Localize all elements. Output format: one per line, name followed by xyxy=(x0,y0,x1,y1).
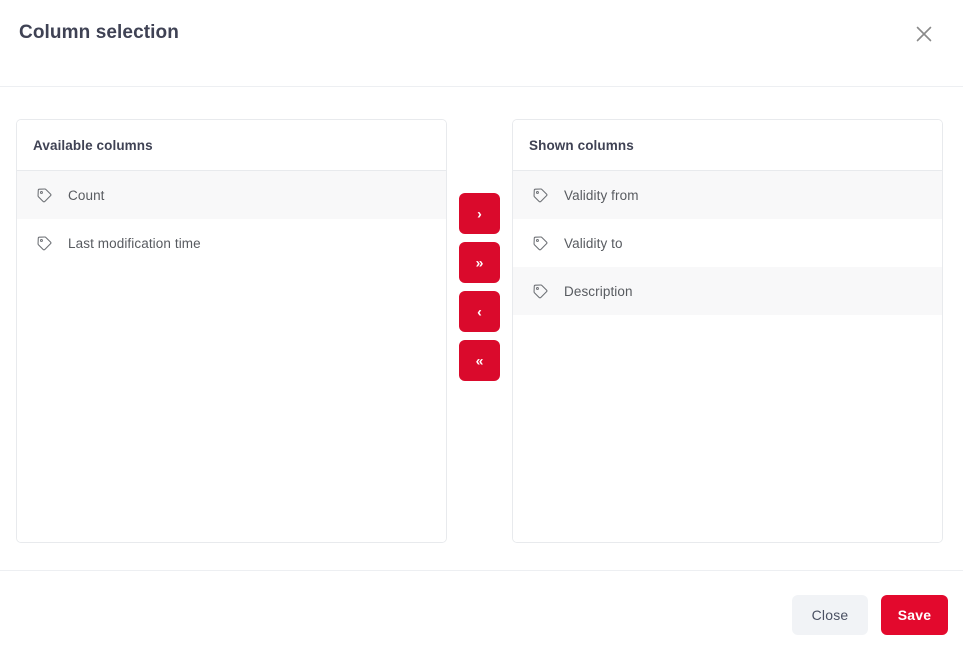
list-item-label: Description xyxy=(564,283,633,299)
available-columns-header: Available columns xyxy=(17,120,446,171)
tag-icon xyxy=(532,283,549,300)
available-columns-panel: Available columns Count Last modificatio… xyxy=(16,119,447,543)
move-all-right-button[interactable]: » xyxy=(459,242,500,283)
close-button-footer[interactable]: Close xyxy=(792,594,868,635)
list-item[interactable]: Last modification time xyxy=(17,219,446,267)
dialog-header: Column selection xyxy=(0,0,963,87)
save-button[interactable]: Save xyxy=(881,594,948,635)
list-item-label: Count xyxy=(68,187,105,203)
dialog-body: Available columns Count Last modificatio… xyxy=(0,87,963,570)
close-icon xyxy=(915,25,933,43)
transfer-button-group: › » ‹ « xyxy=(447,119,512,381)
tag-icon xyxy=(532,235,549,252)
shown-columns-header: Shown columns xyxy=(513,120,942,171)
list-item-label: Last modification time xyxy=(68,235,201,251)
close-button[interactable] xyxy=(908,18,940,50)
chevron-right-icon: › xyxy=(477,205,482,221)
list-item[interactable]: Validity to xyxy=(513,219,942,267)
list-item[interactable]: Description xyxy=(513,267,942,315)
shown-columns-list[interactable]: Validity from Validity to Description xyxy=(513,171,942,542)
shown-columns-title: Shown columns xyxy=(529,137,634,153)
list-item[interactable]: Validity from xyxy=(513,171,942,219)
move-right-button[interactable]: › xyxy=(459,193,500,234)
double-chevron-right-icon: » xyxy=(475,254,484,270)
tag-icon xyxy=(36,235,53,252)
dialog-footer: Close Save xyxy=(0,570,963,658)
tag-icon xyxy=(532,187,549,204)
available-columns-list[interactable]: Count Last modification time xyxy=(17,171,446,542)
chevron-left-icon: ‹ xyxy=(477,303,482,319)
list-item-label: Validity from xyxy=(564,187,639,203)
double-chevron-left-icon: « xyxy=(475,352,484,368)
move-all-left-button[interactable]: « xyxy=(459,340,500,381)
list-item-label: Validity to xyxy=(564,235,623,251)
column-selection-dialog: Column selection Available columns Count… xyxy=(0,0,963,658)
shown-columns-panel: Shown columns Validity from Validity to … xyxy=(512,119,943,543)
page-title: Column selection xyxy=(19,22,179,43)
move-left-button[interactable]: ‹ xyxy=(459,291,500,332)
available-columns-title: Available columns xyxy=(33,137,153,153)
tag-icon xyxy=(36,187,53,204)
list-item[interactable]: Count xyxy=(17,171,446,219)
